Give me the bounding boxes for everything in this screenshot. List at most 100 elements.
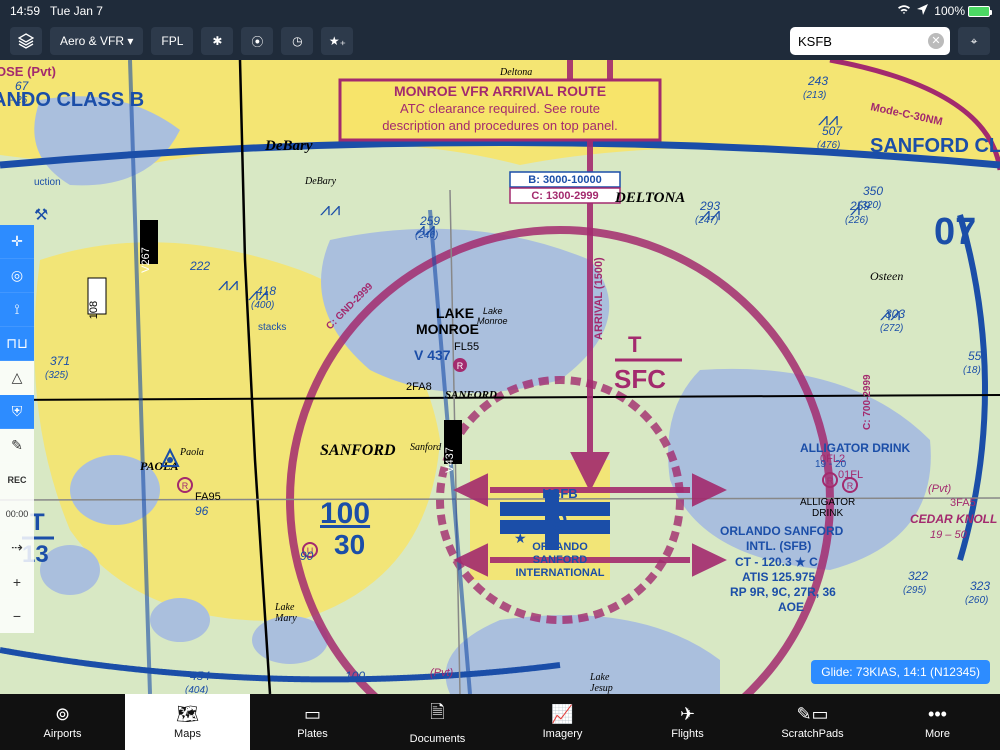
plates-icon: ▭ [304, 704, 321, 725]
svg-text:243: 243 [807, 74, 828, 88]
star-icon: ★₊ [329, 34, 346, 48]
svg-text:507: 507 [822, 124, 843, 138]
svg-text:Deltona: Deltona [499, 67, 532, 78]
pencil-button[interactable]: ✎ [0, 429, 34, 463]
clock-icon: ◷ [292, 34, 302, 48]
zoom-in-button[interactable]: + [0, 565, 34, 599]
zoom-out-button[interactable]: − [0, 599, 34, 633]
tab-airports[interactable]: ⊚Airports [0, 694, 125, 750]
record-button[interactable]: REC [0, 463, 34, 497]
svg-text:108: 108 [88, 301, 100, 319]
svg-text:KSFB: KSFB [542, 486, 577, 501]
svg-text:(404): (404) [185, 685, 208, 694]
search-input[interactable]: KSFB ✕ [790, 27, 950, 55]
svg-text:V267: V267 [140, 247, 152, 273]
svg-text:67: 67 [15, 79, 30, 93]
svg-text:(213): (213) [803, 90, 826, 101]
svg-text:(260): (260) [965, 595, 988, 606]
status-time: 14:59 [10, 4, 40, 18]
layers-button[interactable] [10, 27, 42, 55]
svg-text:01FL: 01FL [838, 469, 863, 481]
svg-text:(295): (295) [903, 585, 926, 596]
scratchpad-icon: ✎▭ [796, 704, 828, 725]
svg-text:ATIS 125.975: ATIS 125.975 [742, 570, 815, 584]
svg-text:3FA5: 3FA5 [950, 497, 976, 509]
layers-mode-button[interactable]: Aero & VFR ▾ [50, 27, 143, 55]
compass-icon: ⦿ [251, 33, 263, 50]
svg-text:C: 1300-2999: C: 1300-2999 [531, 190, 598, 202]
tab-more[interactable]: •••More [875, 694, 1000, 750]
svg-text:ALLIGATOR: ALLIGATOR [800, 497, 855, 508]
svg-text:19 - 20: 19 - 20 [815, 459, 847, 470]
settings-button[interactable]: ✱ [201, 27, 233, 55]
imagery-icon: 📈 [551, 704, 573, 725]
tab-documents[interactable]: 🗎Documents [375, 694, 500, 750]
svg-text:description and procedures on: description and procedures on top panel. [382, 118, 618, 133]
svg-text:90: 90 [300, 549, 314, 563]
center-button[interactable]: ◎ [0, 259, 34, 293]
tab-imagery[interactable]: 📈Imagery [500, 694, 625, 750]
svg-text:R: R [182, 481, 189, 491]
svg-text:FL55: FL55 [454, 341, 479, 353]
svg-text:(476): (476) [817, 140, 840, 151]
svg-text:293: 293 [699, 199, 720, 213]
svg-text:SANFORD: SANFORD [445, 389, 497, 401]
svg-text:⚒: ⚒ [34, 207, 48, 224]
svg-text:Osteen: Osteen [870, 269, 903, 283]
battery-pct: 100% [934, 4, 965, 18]
svg-text:MONROE VFR ARRIVAL ROUTE: MONROE VFR ARRIVAL ROUTE [394, 83, 606, 99]
shield-button[interactable]: ⛨ [0, 395, 34, 429]
attitude-button[interactable]: ⦿ [241, 27, 273, 55]
side-toolbar: ✛ ◎ ⟟ ⊓⊔ △ ⛨ ✎ REC 00:00 ⇢ + − [0, 225, 34, 633]
svg-text:V437: V437 [444, 447, 456, 473]
svg-text:Lake: Lake [274, 602, 295, 613]
map-icon: 🗺 [176, 704, 199, 725]
svg-text:Monroe: Monroe [477, 316, 508, 326]
location-arrow-icon [917, 4, 928, 18]
tab-flights[interactable]: ✈Flights [625, 694, 750, 750]
svg-text:SANFORD CLA: SANFORD CLA [870, 135, 1000, 157]
documents-icon: 🗎 [430, 700, 444, 730]
tab-scratchpads[interactable]: ✎▭ScratchPads [750, 694, 875, 750]
svg-text:CEDAR KNOLL: CEDAR KNOLL [910, 512, 997, 526]
svg-text:Sanford: Sanford [410, 442, 442, 453]
crosshair-icon: ⌖ [971, 34, 978, 49]
locate-button[interactable]: ⌖ [958, 27, 990, 55]
route-button[interactable]: ⇢ [0, 531, 34, 565]
profile-button[interactable]: ⊓⊔ [0, 327, 34, 361]
svg-text:ORLANDO: ORLANDO [532, 541, 588, 553]
terrain-button[interactable]: △ [0, 361, 34, 395]
svg-text:2FA8: 2FA8 [406, 381, 432, 393]
tab-maps[interactable]: 🗺Maps [125, 694, 250, 750]
svg-text:07: 07 [934, 211, 976, 253]
svg-text:(226): (226) [845, 215, 868, 226]
timer-button[interactable]: ◷ [281, 27, 313, 55]
favorite-button[interactable]: ★₊ [321, 27, 353, 55]
arrival-route-box: MONROE VFR ARRIVAL ROUTE ATC clearance r… [340, 80, 660, 140]
svg-text:uction: uction [34, 177, 61, 188]
svg-text:⩘⩘: ⩘⩘ [320, 199, 340, 219]
svg-text:ARRIVAL (1500): ARRIVAL (1500) [593, 257, 605, 340]
ruler-button[interactable]: ⟟ [0, 293, 34, 327]
clear-icon[interactable]: ✕ [928, 33, 944, 49]
map-canvas[interactable]: MONROE VFR ARRIVAL ROUTE ATC clearance r… [0, 60, 1000, 694]
status-date: Tue Jan 7 [50, 4, 103, 18]
svg-text:- 25: - 25 [10, 95, 28, 106]
svg-text:100: 100 [320, 497, 370, 530]
svg-text:V 437: V 437 [414, 347, 451, 363]
tab-plates[interactable]: ▭Plates [250, 694, 375, 750]
svg-text:ATC clearance required. See ro: ATC clearance required. See route [400, 101, 600, 116]
svg-text:418: 418 [256, 284, 276, 298]
measure-button[interactable]: ✛ [0, 225, 34, 259]
svg-text:303: 303 [885, 307, 905, 321]
search-value: KSFB [798, 34, 832, 49]
svg-text:OSE (Pvt): OSE (Pvt) [0, 64, 56, 79]
fpl-button[interactable]: FPL [151, 27, 193, 55]
svg-text:(320): (320) [858, 200, 881, 211]
svg-text:(325): (325) [45, 370, 68, 381]
svg-text:R: R [827, 476, 834, 486]
svg-text:30: 30 [334, 529, 365, 560]
glide-badge[interactable]: Glide: 73KIAS, 14:1 (N12345) [811, 660, 990, 684]
svg-text:371: 371 [50, 354, 70, 368]
svg-text:96: 96 [195, 504, 209, 518]
